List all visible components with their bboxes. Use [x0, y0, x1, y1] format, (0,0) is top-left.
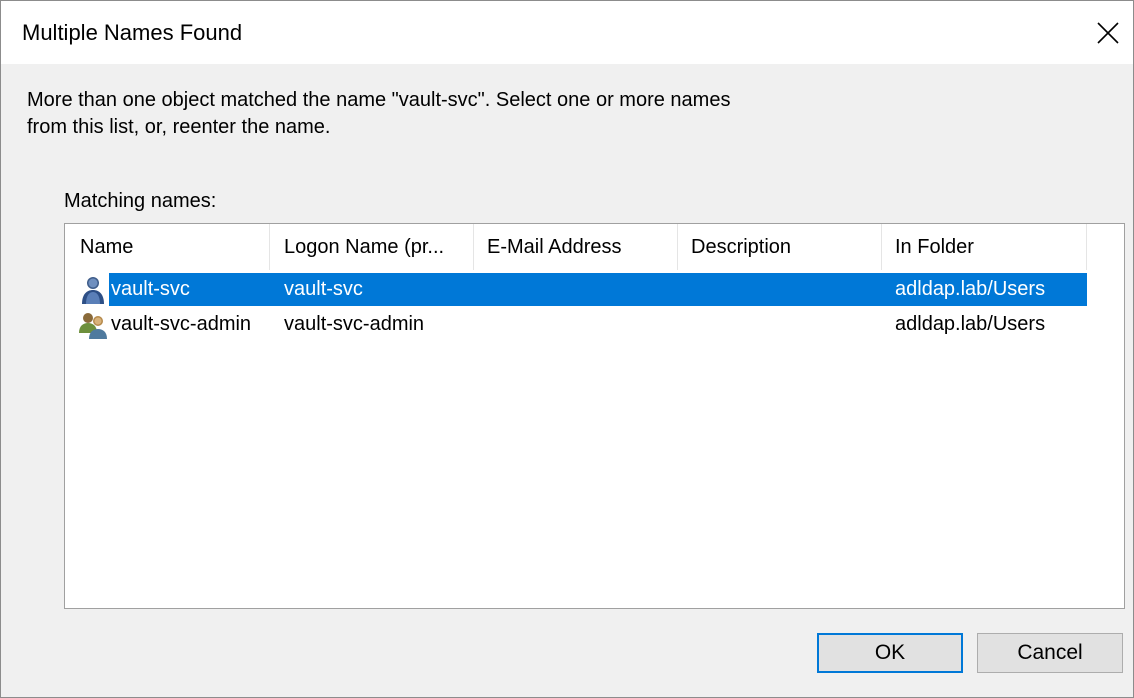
row-name: vault-svc: [111, 278, 190, 300]
column-header-description[interactable]: Description: [678, 224, 882, 270]
multiple-names-dialog: Multiple Names Found More than one objec…: [0, 0, 1134, 698]
list-row-vault-svc[interactable]: vault-svc vault-svc adldap.lab/Users: [65, 273, 1087, 306]
row-description: [678, 273, 882, 306]
column-header-email[interactable]: E-Mail Address: [474, 224, 678, 270]
close-button[interactable]: [1083, 1, 1133, 64]
dialog-title: Multiple Names Found: [22, 20, 243, 45]
cancel-button[interactable]: Cancel: [977, 633, 1123, 673]
title-bar: Multiple Names Found: [1, 1, 1133, 64]
list-row-vault-svc-admin[interactable]: vault-svc-admin vault-svc-admin adldap.l…: [65, 308, 1087, 341]
dialog-message: More than one object matched the name "v…: [27, 89, 731, 138]
list-header: Name Logon Name (pr... E-Mail Address De…: [65, 224, 1087, 270]
row-name: vault-svc-admin: [111, 313, 252, 335]
row-email: [474, 273, 678, 306]
row-description: [678, 308, 882, 341]
row-in-folder: adldap.lab/Users: [895, 313, 1046, 335]
row-logon-name: vault-svc-admin: [284, 313, 425, 335]
matching-names-label: Matching names:: [64, 190, 217, 212]
column-header-logon-name[interactable]: Logon Name (pr...: [270, 224, 474, 270]
row-email: [474, 308, 678, 341]
close-icon: [1097, 21, 1119, 44]
row-in-folder: adldap.lab/Users: [895, 278, 1046, 300]
matching-names-list[interactable]: Name Logon Name (pr... E-Mail Address De…: [64, 223, 1125, 609]
column-header-name[interactable]: Name: [65, 224, 270, 270]
column-header-in-folder[interactable]: In Folder: [882, 224, 1087, 270]
row-logon-name: vault-svc: [284, 278, 363, 300]
ok-button[interactable]: OK: [817, 633, 963, 673]
